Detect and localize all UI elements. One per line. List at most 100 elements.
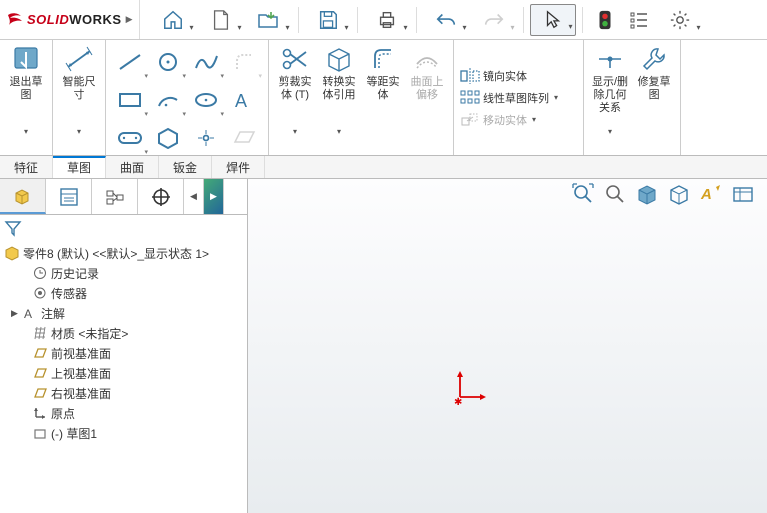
open-button[interactable]: ▾ xyxy=(246,4,292,36)
undo-button[interactable]: ▾ xyxy=(423,4,469,36)
spline-icon xyxy=(193,52,219,72)
content-area: ◀ ▶ 零件8 (默认) <<默认>_显示状态 1> 历史记录 传感器 ▶A 注… xyxy=(0,179,767,513)
zoom-fit-button[interactable] xyxy=(569,180,597,208)
tab-surface[interactable]: 曲面 xyxy=(106,156,159,178)
line-tool[interactable]: ▾ xyxy=(112,44,148,80)
exit-sketch-icon xyxy=(11,44,41,74)
tree-sketch1[interactable]: (-) 草图1 xyxy=(0,423,247,443)
polygon-icon xyxy=(157,127,179,149)
zoom-area-button[interactable] xyxy=(601,180,629,208)
tree-root[interactable]: 零件8 (默认) <<默认>_显示状态 1> xyxy=(0,243,247,263)
circle-icon xyxy=(157,51,179,73)
tree-plane-top[interactable]: 上视基准面 xyxy=(0,363,247,383)
linear-pattern-button[interactable]: 线性草图阵列▾ xyxy=(458,87,579,109)
chevron-right-icon: ▶ xyxy=(126,14,133,25)
save-icon xyxy=(317,9,339,31)
show-delete-relations-button[interactable]: 显示/删 除几何 关系 ▾ xyxy=(588,42,632,138)
plane-icon xyxy=(33,346,47,360)
spline-tool[interactable]: ▾ xyxy=(188,44,224,80)
smart-dimension-button[interactable]: 智能尺 寸 ▾ xyxy=(57,42,101,138)
convert-entities-button[interactable]: 转换实 体引用 ▾ xyxy=(317,42,361,138)
move-entities-button[interactable]: 移动实体▾ xyxy=(458,109,579,131)
display-style-icon: A xyxy=(699,182,723,206)
tab-weldment[interactable]: 焊件 xyxy=(212,156,265,178)
feature-tree-icon xyxy=(12,185,34,207)
offset-icon xyxy=(369,46,397,72)
feature-tree: 零件8 (默认) <<默认>_显示状态 1> 历史记录 传感器 ▶A 注解 材质… xyxy=(0,241,247,513)
home-button[interactable]: ▾ xyxy=(150,4,196,36)
options-list-button[interactable] xyxy=(623,4,655,36)
app-menu[interactable]: SOLIDWORKS ▶ xyxy=(0,0,140,39)
tab-features[interactable]: 特征 xyxy=(0,156,53,178)
panel-tab-property-manager[interactable] xyxy=(46,179,92,214)
expand-icon[interactable]: ▶ xyxy=(10,308,19,319)
app-title: SOLIDWORKS xyxy=(27,12,122,27)
fillet-icon xyxy=(233,51,255,73)
circle-tool[interactable]: ▾ xyxy=(150,44,186,80)
settings-button[interactable]: ▾ xyxy=(657,4,703,36)
fillet-tool[interactable]: ▾ xyxy=(226,44,262,80)
trim-entities-button[interactable]: 剪裁实 体 (T) ▾ xyxy=(273,42,317,138)
tree-plane-front[interactable]: 前视基准面 xyxy=(0,343,247,363)
arc-tool[interactable]: ▾ xyxy=(150,82,186,118)
section-icon xyxy=(635,182,659,206)
surface-offset-button[interactable]: 曲面上 偏移 xyxy=(405,42,449,138)
rebuild-button[interactable] xyxy=(589,4,621,36)
plane-icon xyxy=(33,386,47,400)
polygon-tool[interactable] xyxy=(150,120,186,156)
feature-manager-panel: ◀ ▶ 零件8 (默认) <<默认>_显示状态 1> 历史记录 传感器 ▶A 注… xyxy=(0,179,248,513)
text-tool[interactable]: A xyxy=(226,82,262,118)
panel-tab-configuration[interactable] xyxy=(92,179,138,214)
point-tool[interactable] xyxy=(188,120,224,156)
config-icon xyxy=(105,187,125,207)
material-icon xyxy=(33,326,47,340)
ribbon-group-modify: 剪裁实 体 (T) ▾ 转换实 体引用 ▾ 等距实 体 曲面上 偏移 xyxy=(269,40,454,155)
tab-sheetmetal[interactable]: 钣金 xyxy=(159,156,212,178)
graphics-canvas[interactable]: ✱ xyxy=(248,179,767,513)
svg-text:A: A xyxy=(235,91,247,111)
mirror-entities-button[interactable]: 镜向实体 xyxy=(458,65,579,87)
save-button[interactable]: ▾ xyxy=(305,4,351,36)
offset-entities-button[interactable]: 等距实 体 xyxy=(361,42,405,138)
tree-material[interactable]: 材质 <未指定> xyxy=(0,323,247,343)
plane-tool-icon xyxy=(232,128,256,148)
tree-plane-right[interactable]: 右视基准面 xyxy=(0,383,247,403)
repair-sketch-button[interactable]: 修复草 图 xyxy=(632,42,676,138)
tab-sketch[interactable]: 草图 xyxy=(53,156,106,178)
ellipse-icon xyxy=(193,91,219,109)
hide-show-button[interactable] xyxy=(729,180,757,208)
print-button[interactable]: ▾ xyxy=(364,4,410,36)
tree-annotations[interactable]: ▶A 注解 xyxy=(0,303,247,323)
list-icon xyxy=(629,10,649,30)
dimxpert-icon xyxy=(151,187,171,207)
select-button[interactable]: ▾ xyxy=(530,4,576,36)
origin-icon xyxy=(33,406,47,420)
exit-sketch-button[interactable]: 退出草 图 ▾ xyxy=(4,42,48,138)
panel-tab-dimxpert[interactable] xyxy=(138,179,184,214)
tree-history[interactable]: 历史记录 xyxy=(0,263,247,283)
panel-tab-next[interactable]: ▶ xyxy=(204,179,224,214)
rectangle-tool[interactable]: ▾ xyxy=(112,82,148,118)
redo-button[interactable]: ▾ xyxy=(471,4,517,36)
funnel-icon[interactable] xyxy=(4,219,22,237)
redo-icon xyxy=(483,10,505,30)
plane-tool[interactable] xyxy=(226,120,262,156)
slot-tool[interactable]: ▾ xyxy=(112,120,148,156)
ellipse-tool[interactable]: ▾ xyxy=(188,82,224,118)
view-orientation-button[interactable] xyxy=(665,180,693,208)
zoom-fit-icon xyxy=(571,182,595,206)
point-icon xyxy=(197,129,215,147)
display-style-button[interactable]: A xyxy=(697,180,725,208)
tree-sensors[interactable]: 传感器 xyxy=(0,283,247,303)
tree-origin[interactable]: 原点 xyxy=(0,403,247,423)
new-button[interactable]: ▾ xyxy=(198,4,244,36)
open-folder-icon xyxy=(257,9,281,31)
sketch-icon xyxy=(33,426,47,440)
cursor-icon xyxy=(543,9,563,31)
panel-tab-prev[interactable]: ◀ xyxy=(184,179,204,214)
line-icon xyxy=(117,52,143,72)
panel-tabs: ◀ ▶ xyxy=(0,179,247,215)
panel-tab-feature-tree[interactable] xyxy=(0,179,46,214)
gear-icon xyxy=(669,9,691,31)
section-view-button[interactable] xyxy=(633,180,661,208)
